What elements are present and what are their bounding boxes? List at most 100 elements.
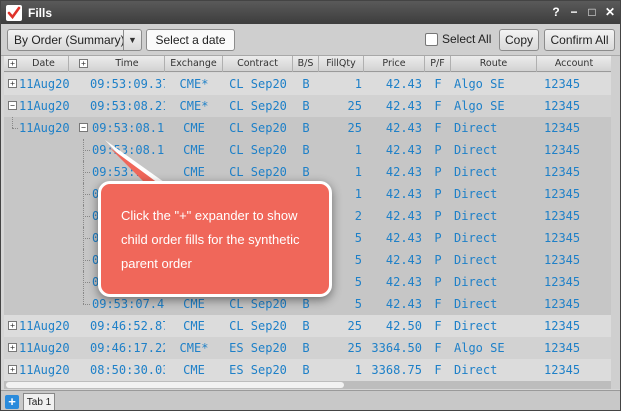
cell-date: 11Aug20 (19, 121, 70, 135)
cell-time: 08:50:30.034 (90, 363, 165, 377)
col-header-date[interactable]: Date (19, 56, 69, 72)
view-select[interactable]: By Order (Summary) ▼ (7, 29, 142, 51)
cell-price: 42.43 (385, 99, 422, 113)
cell-route: Direct (454, 275, 498, 289)
cell-contract: CL Sep20 (229, 121, 287, 135)
col-header-fillqty[interactable]: FillQty (319, 56, 364, 72)
help-icon[interactable]: ? (550, 5, 562, 19)
close-icon[interactable]: ✕ (604, 5, 616, 19)
cell-price: 3364.50 (371, 341, 422, 355)
fill-row[interactable]: +11Aug20 09:46:52.876 CME CL Sep20 B 25 42.50 F… (4, 315, 611, 337)
cell-pf: P (434, 275, 442, 289)
cell-price: 42.43 (385, 143, 422, 157)
cell-account: 12345 (544, 165, 581, 179)
cell-date (19, 205, 74, 227)
col-header-price[interactable]: Price (364, 56, 425, 72)
expand-all-icon[interactable]: + (8, 59, 17, 68)
cell-date (19, 139, 74, 161)
fill-row[interactable]: −11Aug20 09:53:08.211 CME* CL Sep20 B 25 42.43… (4, 95, 611, 117)
expand-icon[interactable]: + (8, 79, 17, 88)
cell-route: Algo SE (454, 99, 505, 113)
cell-bs: B (302, 143, 310, 157)
col-header-account[interactable]: Account (537, 56, 611, 72)
cell-account: 12345 (544, 319, 581, 333)
col-header-pf[interactable]: P/F (425, 56, 451, 72)
select-date-button[interactable]: Select a date (146, 29, 235, 51)
callout-text: Click the "+" expander to show child ord… (121, 208, 300, 271)
horizontal-scroll-thumb[interactable] (6, 382, 344, 388)
select-all-checkbox[interactable] (425, 33, 438, 46)
col-header-exchange[interactable]: Exchange (165, 56, 223, 72)
cell-account: 12345 (544, 231, 581, 245)
collapse-icon[interactable]: − (79, 123, 88, 132)
cell-price: 42.43 (385, 165, 422, 179)
cell-exchange: CME (183, 143, 205, 157)
cell-pf: P (434, 143, 442, 157)
tab-1[interactable]: Tab 1 (23, 393, 55, 410)
horizontal-scrollbar[interactable] (4, 381, 611, 389)
minimize-icon[interactable]: − (568, 5, 580, 19)
title-bar[interactable]: Fills ? − □ ✕ (1, 1, 620, 24)
vertical-scrollbar[interactable] (611, 56, 620, 389)
col-header-bs[interactable]: B/S (293, 56, 319, 72)
checkmark-icon (6, 4, 22, 21)
cell-bs: B (302, 319, 310, 333)
add-tab-button[interactable]: + (5, 395, 19, 409)
grid-header: + Date + Time Exchange Contract B/S Fill… (4, 56, 611, 72)
cell-pf: F (434, 121, 442, 135)
collapse-icon[interactable]: − (8, 101, 17, 110)
cell-account: 12345 (544, 341, 581, 355)
cell-pf: F (434, 297, 442, 311)
tree-line (83, 238, 90, 239)
cell-price: 42.43 (385, 187, 422, 201)
cell-pf: P (434, 209, 442, 223)
copy-button[interactable]: Copy (499, 29, 539, 51)
cell-time: 09:53:08.1 (92, 121, 165, 135)
cell-exchange: CME (183, 319, 205, 333)
toolbar: By Order (Summary) ▼ Select a date Selec… (1, 24, 620, 56)
expand-time-icon[interactable]: + (79, 59, 88, 68)
cell-date (19, 227, 74, 249)
cell-price: 42.43 (385, 297, 422, 311)
tree-line (83, 150, 90, 151)
chevron-down-icon[interactable]: ▼ (123, 30, 141, 50)
cell-time: 09:53:08.211 (90, 99, 165, 113)
tooltip-callout: Click the "+" expander to show child ord… (98, 181, 332, 297)
fill-row[interactable]: +11Aug20 09:46:17.226 CME* ES Sep20 B 25 3364.… (4, 337, 611, 359)
expand-icon[interactable]: + (8, 343, 17, 352)
cell-price: 3368.75 (371, 363, 422, 377)
cell-time: 09:53:09.374 (90, 77, 165, 91)
tree-line (12, 117, 13, 128)
cell-pf: P (434, 187, 442, 201)
fill-row[interactable]: +11Aug20 08:50:30.034 CME ES Sep20 B 1 3368.75… (4, 359, 611, 381)
cell-price: 42.50 (385, 319, 422, 333)
child-fill-row[interactable]: −11Aug20 09:53:08.1 CME CL Sep20 B 25 42.43 F Di… (4, 117, 611, 139)
cell-bs: B (302, 363, 310, 377)
maximize-icon[interactable]: □ (586, 5, 598, 19)
cell-qty: 25 (347, 341, 362, 355)
cell-date: 11Aug20 (19, 363, 70, 377)
col-header-route[interactable]: Route (451, 56, 537, 72)
cell-time: 09:46:17.226 (90, 341, 165, 355)
cell-bs: B (302, 77, 310, 91)
cell-bs: B (302, 121, 310, 135)
child-fill-row[interactable]: 09:53:08.1 CME CL Sep20 B 1 42.43 P Direct 12345 (4, 139, 611, 161)
cell-date (19, 161, 74, 183)
expand-icon[interactable]: + (8, 321, 17, 330)
cell-account: 12345 (544, 363, 581, 377)
child-fill-row[interactable]: 09:53:1 CME CL Sep20 B 1 42.43 P Direct 12345 (4, 161, 611, 183)
cell-account: 12345 (544, 187, 581, 201)
cell-account: 12345 (544, 99, 581, 113)
cell-contract: ES Sep20 (229, 341, 287, 355)
cell-qty: 1 (354, 143, 362, 157)
tree-line (83, 260, 90, 261)
expand-icon[interactable]: + (8, 365, 17, 374)
tree-line (83, 194, 90, 195)
confirm-all-button[interactable]: Confirm All (544, 29, 615, 51)
cell-pf: P (434, 253, 442, 267)
col-header-contract[interactable]: Contract (223, 56, 293, 72)
cell-qty: 25 (347, 121, 362, 135)
cell-price: 42.43 (385, 275, 422, 289)
col-header-time[interactable]: Time (90, 56, 165, 72)
fill-row[interactable]: +11Aug20 09:53:09.374 CME* CL Sep20 B 1 42.43 F… (4, 73, 611, 95)
